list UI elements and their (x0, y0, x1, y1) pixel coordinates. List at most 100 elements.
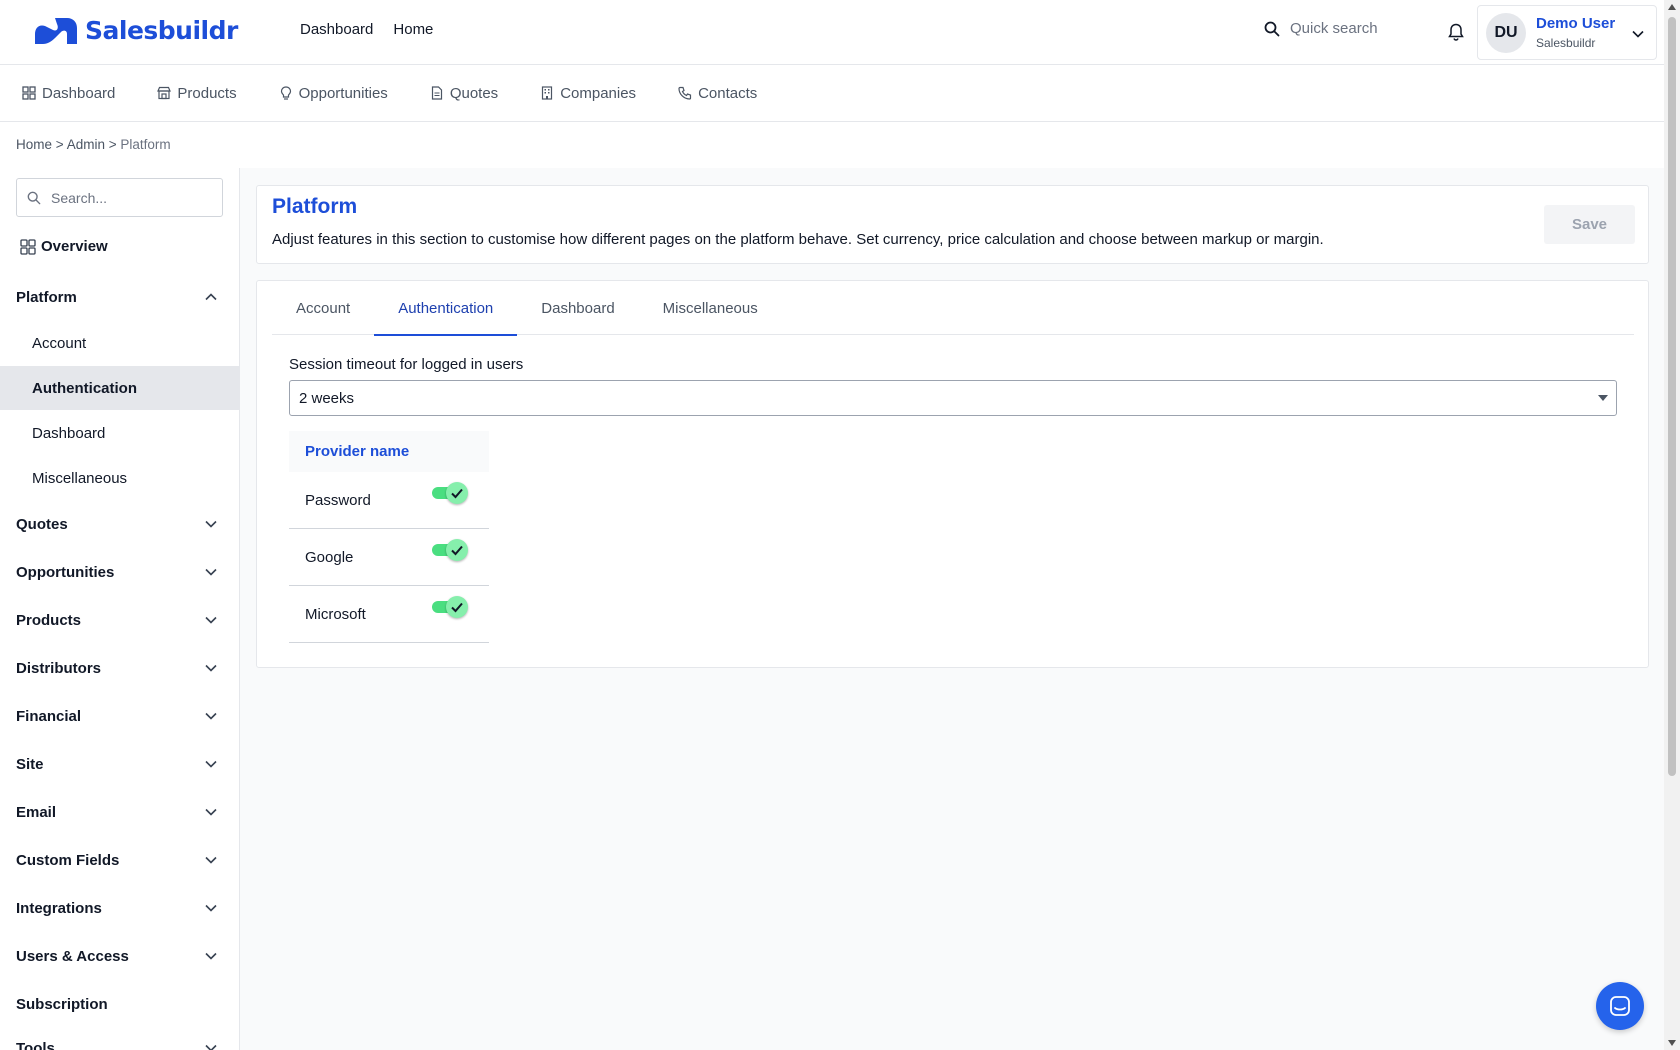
chat-launcher-button[interactable] (1596, 982, 1644, 1030)
sidebar-section-users-access[interactable]: Users & Access (0, 936, 239, 976)
tab-dashboard[interactable]: Dashboard (517, 281, 638, 335)
page-description: Adjust features in this section to custo… (272, 231, 1324, 248)
tab-authentication[interactable]: Authentication (374, 281, 518, 336)
tab-account[interactable]: Account (272, 281, 374, 335)
sidebar-section-products[interactable]: Products (0, 600, 239, 640)
session-timeout-label: Session timeout for logged in users (289, 356, 524, 373)
breadcrumb: Home > Admin > Platform (16, 137, 171, 152)
sidebar-section-email[interactable]: Email (0, 792, 239, 832)
sidebar-section-label: Financial (16, 707, 82, 725)
subnav-label: Contacts (698, 84, 758, 102)
chat-icon (1610, 996, 1630, 1016)
quick-search-input[interactable] (1290, 20, 1430, 37)
subnav-quotes[interactable]: Quotes (430, 85, 498, 102)
sidebar-item-label: Dashboard (32, 424, 106, 442)
subnav-products[interactable]: Products (157, 85, 237, 102)
avatar: DU (1486, 12, 1526, 53)
provider-toggle-microsoft[interactable] (432, 596, 468, 618)
sidebar-search-input[interactable] (51, 189, 211, 206)
topnav-home-link[interactable]: Home (393, 21, 433, 38)
scroll-up-arrow-icon[interactable] (1668, 4, 1676, 10)
breadcrumb-home[interactable]: Home (16, 137, 52, 152)
provider-toggle-google[interactable] (432, 539, 468, 561)
sidebar-section-site[interactable]: Site (0, 744, 239, 784)
caret-down-icon (1598, 395, 1608, 401)
sidebar-search (16, 178, 223, 217)
chevron-up-icon (205, 293, 217, 301)
subnav-dashboard[interactable]: Dashboard (22, 85, 115, 102)
sidebar-section-label: Platform (16, 288, 77, 306)
user-name: Demo User (1536, 15, 1616, 32)
sidebar-section-subscription[interactable]: Subscription (0, 984, 239, 1024)
user-menu[interactable]: DU Demo User Salesbuildr (1477, 5, 1657, 60)
sidebar-item-miscellaneous[interactable]: Miscellaneous (0, 456, 239, 500)
chevron-down-icon (205, 1044, 217, 1050)
grid-icon (22, 86, 36, 100)
sidebar-section-label: Users & Access (16, 947, 129, 965)
sidebar-section-opportunities[interactable]: Opportunities (0, 552, 239, 592)
logo-icon (35, 18, 77, 44)
chevron-down-icon (205, 760, 217, 768)
breadcrumb-current: Platform (120, 137, 171, 152)
chevron-down-icon (205, 568, 217, 576)
provider-name: Password (305, 491, 371, 509)
sidebar-section-integrations[interactable]: Integrations (0, 888, 239, 928)
scroll-down-arrow-icon[interactable] (1668, 1040, 1676, 1046)
sidebar-item-dashboard[interactable]: Dashboard (0, 411, 239, 455)
sidebar-item-overview[interactable]: Overview (20, 238, 108, 255)
breadcrumb-separator: > (108, 137, 117, 152)
bell-icon[interactable] (1446, 22, 1466, 42)
sidebar-section-label: Subscription (16, 995, 108, 1013)
phone-icon (678, 86, 692, 100)
brand-logo[interactable]: Salesbuildr (33, 14, 238, 46)
provider-table: Provider name Password Google Microsoft (289, 431, 489, 643)
brand-name: Salesbuildr (85, 15, 238, 45)
main-content: Platform Adjust features in this section… (240, 168, 1664, 1050)
check-icon (451, 545, 463, 556)
top-nav: Dashboard Home (300, 21, 433, 38)
sidebar-section-label: Distributors (16, 659, 102, 677)
sidebar-section-label: Tools (16, 1039, 55, 1050)
subnav-contacts[interactable]: Contacts (678, 85, 757, 102)
save-button[interactable]: Save (1544, 205, 1635, 244)
session-timeout-value: 2 weeks (299, 389, 355, 407)
toggle-knob (446, 482, 468, 504)
search-icon (27, 191, 41, 204)
sidebar: Overview Platform Account Authentication… (0, 168, 240, 1050)
sidebar-section-platform[interactable]: Platform (0, 277, 239, 317)
sidebar-section-quotes[interactable]: Quotes (0, 504, 239, 544)
tab-miscellaneous[interactable]: Miscellaneous (639, 281, 782, 335)
provider-toggle-password[interactable] (432, 482, 468, 504)
topnav-dashboard-link[interactable]: Dashboard (300, 21, 373, 38)
sidebar-section-distributors[interactable]: Distributors (0, 648, 239, 688)
provider-name: Google (305, 548, 354, 566)
chevron-down-icon (205, 808, 217, 816)
sidebar-item-label: Miscellaneous (32, 469, 128, 487)
chevron-down-icon (205, 616, 217, 624)
page-header-card: Platform Adjust features in this section… (256, 185, 1649, 264)
scroll-thumb[interactable] (1668, 17, 1676, 776)
subnav-opportunities[interactable]: Opportunities (279, 85, 388, 102)
secondary-nav: Dashboard Products Opportunities Quotes … (0, 65, 1664, 122)
building-icon (542, 86, 553, 100)
page-scrollbar[interactable] (1664, 0, 1680, 1050)
sidebar-section-tools[interactable]: Tools (0, 1028, 239, 1050)
subnav-companies[interactable]: Companies (540, 85, 636, 102)
breadcrumb-separator: > (55, 137, 64, 152)
check-icon (451, 602, 463, 613)
chevron-down-icon (205, 904, 217, 912)
sidebar-section-financial[interactable]: Financial (0, 696, 239, 736)
provider-table-header: Provider name (289, 431, 489, 472)
chevron-down-icon (205, 712, 217, 720)
store-icon (157, 86, 172, 100)
check-icon (451, 488, 463, 499)
breadcrumb-admin[interactable]: Admin (67, 137, 105, 152)
session-timeout-select[interactable]: 2 weeks (289, 380, 1617, 416)
user-meta: Demo User Salesbuildr (1536, 15, 1615, 50)
chevron-down-icon (205, 664, 217, 672)
sidebar-item-authentication[interactable]: Authentication (0, 366, 239, 410)
top-header: Salesbuildr Dashboard Home DU Demo User … (0, 0, 1664, 65)
sidebar-section-custom-fields[interactable]: Custom Fields (0, 840, 239, 880)
provider-name: Microsoft (305, 605, 366, 623)
sidebar-item-account[interactable]: Account (0, 321, 239, 365)
